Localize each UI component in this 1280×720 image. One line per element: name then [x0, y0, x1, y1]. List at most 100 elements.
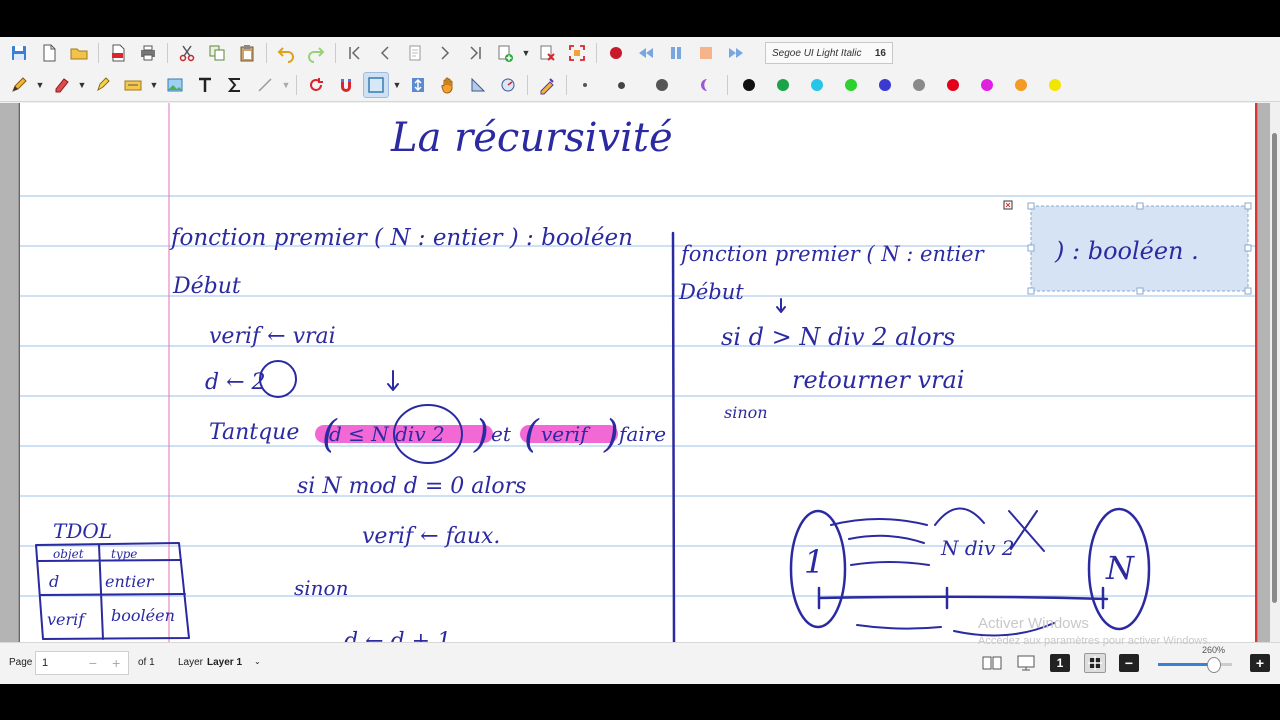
layer-selector[interactable]: Layer 1 [207, 657, 242, 668]
shape-dropdown-icon[interactable]: ▼ [280, 72, 292, 98]
color-swatch-3[interactable] [811, 79, 823, 91]
image-icon[interactable] [162, 72, 188, 98]
page-increment-icon[interactable]: + [105, 655, 128, 671]
redo-icon[interactable] [303, 40, 329, 66]
math-tex-icon[interactable] [222, 72, 248, 98]
left-line-3-cond2: verif [541, 422, 591, 446]
add-page-icon[interactable] [492, 40, 518, 66]
save-icon[interactable] [6, 40, 32, 66]
select-dropdown-icon[interactable]: ▼ [391, 72, 403, 98]
record-icon[interactable] [603, 40, 629, 66]
color-swatch-5[interactable] [879, 79, 891, 91]
left-line-7: d ← d + 1 [344, 629, 451, 642]
copy-icon[interactable] [204, 40, 230, 66]
goto-page-icon[interactable] [402, 40, 428, 66]
left-line-4: si N mod d = 0 alors [297, 474, 526, 499]
page-decrement-icon[interactable]: − [81, 655, 104, 671]
font-selector[interactable]: Segoe UI Light Italic 16 [765, 42, 893, 64]
highlighter-icon[interactable] [90, 72, 116, 98]
vertical-scrollbar[interactable] [1270, 103, 1280, 642]
tdol-title: TDOL [53, 519, 112, 543]
left-line-2: d ← 2 [205, 370, 266, 395]
size-medium-icon[interactable] [618, 81, 625, 89]
new-document-icon[interactable] [36, 40, 62, 66]
export-pdf-icon[interactable] [105, 40, 131, 66]
left-line-3-cond1: d ≤ N div 2 [329, 422, 445, 446]
color-swatch-8[interactable] [981, 79, 993, 91]
add-page-dropdown-icon[interactable]: ▼ [520, 40, 532, 66]
left-line-3-faire: faire [617, 422, 666, 446]
refresh-icon[interactable] [303, 72, 329, 98]
zoom-out-icon[interactable]: − [1119, 654, 1139, 672]
rewind-icon[interactable] [633, 40, 659, 66]
compass-icon[interactable] [495, 72, 521, 98]
vertical-space-icon[interactable] [405, 72, 431, 98]
two-page-view-icon[interactable] [982, 654, 1002, 672]
layer-dropdown-icon[interactable]: ⌄ [254, 657, 261, 666]
color-swatch-4[interactable] [845, 79, 857, 91]
paren-close-2: ) [603, 412, 619, 456]
left-line-5: verif ← faux. [362, 524, 500, 549]
document-canvas[interactable]: La récursivité fonction premier ( N : en… [0, 103, 1280, 642]
right-line-2: retourner vrai [792, 366, 964, 394]
color-swatch-6[interactable] [913, 79, 925, 91]
eraser-icon[interactable] [48, 72, 74, 98]
zoom-100-icon[interactable]: 1 [1050, 654, 1070, 672]
fullscreen-icon[interactable] [564, 40, 590, 66]
pause-icon[interactable] [663, 40, 689, 66]
note-title: La récursivité [390, 115, 673, 161]
previous-page-icon[interactable] [372, 40, 398, 66]
color-swatch-2[interactable] [777, 79, 789, 91]
pen-icon[interactable] [6, 72, 32, 98]
scrollbar-thumb[interactable] [1272, 133, 1277, 603]
cut-icon[interactable] [174, 40, 200, 66]
eraser-dropdown-icon[interactable]: ▼ [76, 72, 88, 98]
next-page-icon[interactable] [432, 40, 458, 66]
magnet-icon[interactable] [333, 72, 359, 98]
ruler-icon[interactable] [252, 72, 278, 98]
select-rect-icon[interactable] [363, 72, 389, 98]
text-box-dropdown-icon[interactable]: ▼ [148, 72, 160, 98]
delete-page-icon[interactable] [534, 40, 560, 66]
setsquare-icon[interactable] [465, 72, 491, 98]
open-folder-icon[interactable] [66, 40, 92, 66]
text-box-icon[interactable] [120, 72, 146, 98]
zoom-in-icon[interactable]: + [1250, 654, 1270, 672]
diagram-right-label: N [1105, 549, 1135, 587]
right-function-header: fonction premier ( N : entier [679, 242, 986, 266]
right-line-3: sinon [724, 403, 768, 422]
tdol-row-1-objet: d [49, 572, 59, 591]
undo-icon[interactable] [273, 40, 299, 66]
color-swatch-1[interactable] [743, 79, 755, 91]
fast-forward-icon[interactable] [723, 40, 749, 66]
last-page-icon[interactable] [462, 40, 488, 66]
text-tool-icon[interactable] [192, 72, 218, 98]
page-count: of 1 [138, 657, 155, 668]
zoom-slider-handle[interactable] [1207, 657, 1221, 673]
page-1[interactable]: La récursivité fonction premier ( N : en… [18, 103, 1258, 642]
color-swatch-7[interactable] [947, 79, 959, 91]
presentation-view-icon[interactable] [1016, 654, 1036, 672]
color-swatch-9[interactable] [1015, 79, 1027, 91]
tdol-header-objet: objet [53, 547, 84, 561]
pen-dropdown-icon[interactable]: ▼ [34, 72, 46, 98]
zoom-fit-icon[interactable] [1084, 653, 1106, 673]
paren-open-2: ( [524, 412, 540, 456]
fill-icon[interactable] [695, 72, 721, 98]
color-picker-icon[interactable] [534, 72, 560, 98]
right-debut: Début [678, 280, 744, 304]
page-label: Page [9, 657, 33, 668]
print-icon[interactable] [135, 40, 161, 66]
color-swatch-10[interactable] [1049, 79, 1061, 91]
left-line-6: sinon [294, 576, 348, 600]
stop-icon[interactable] [693, 40, 719, 66]
left-function-header: fonction premier ( N : entier ) : boolée… [169, 225, 633, 251]
hand-icon[interactable] [435, 72, 461, 98]
size-thick-icon[interactable] [656, 79, 668, 91]
size-fine-icon[interactable] [583, 83, 587, 87]
first-page-icon[interactable] [342, 40, 368, 66]
page-number-input[interactable]: 1 [36, 657, 81, 669]
paste-icon[interactable] [234, 40, 260, 66]
page-spinner[interactable]: 1 − + [35, 651, 129, 675]
tdol-row-2-type: booléen [111, 606, 175, 625]
